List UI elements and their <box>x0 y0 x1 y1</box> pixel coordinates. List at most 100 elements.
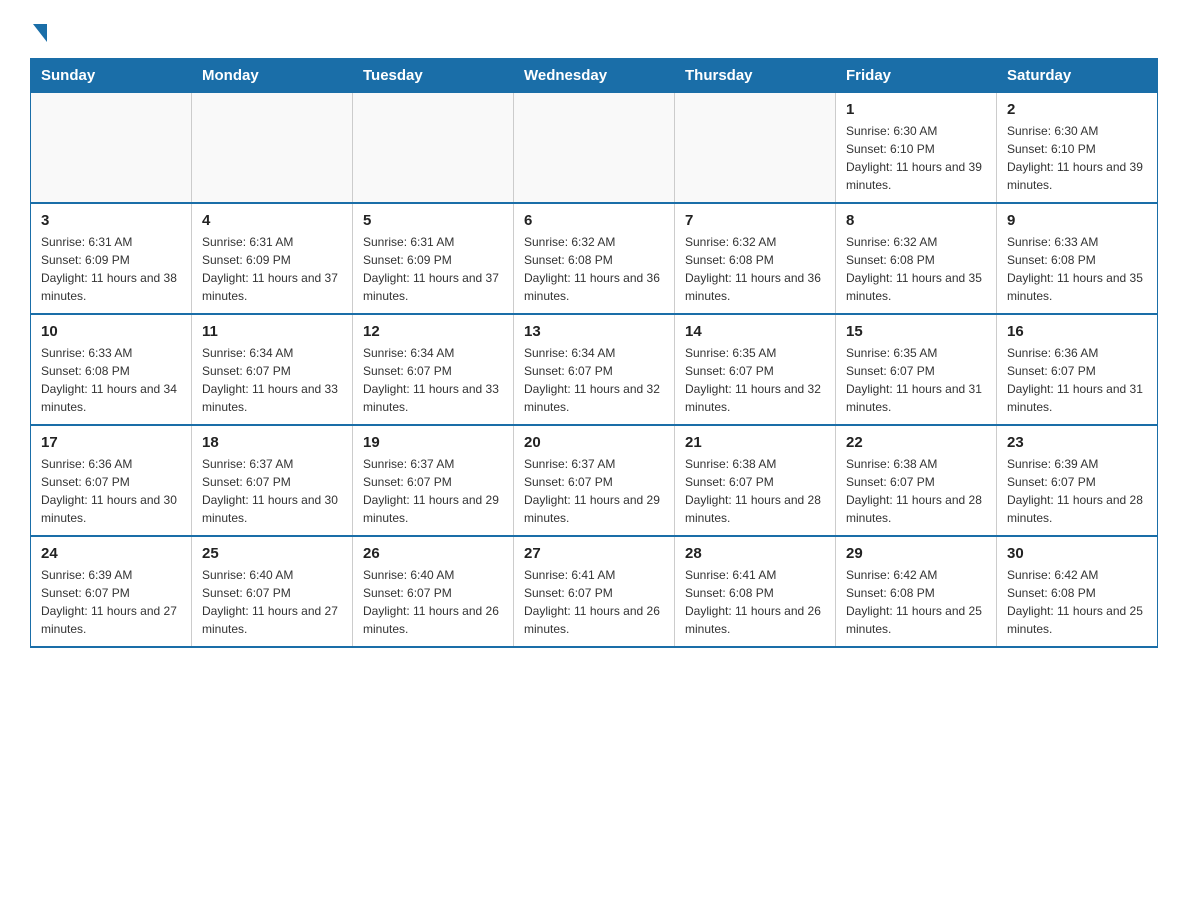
day-info: Sunrise: 6:31 AMSunset: 6:09 PMDaylight:… <box>41 233 181 305</box>
calendar-cell: 8 Sunrise: 6:32 AMSunset: 6:08 PMDaylight… <box>836 203 997 314</box>
day-info: Sunrise: 6:31 AMSunset: 6:09 PMDaylight:… <box>363 233 503 305</box>
day-info: Sunrise: 6:36 AMSunset: 6:07 PMDaylight:… <box>41 455 181 527</box>
day-number: 26 <box>363 545 503 562</box>
calendar-cell: 13 Sunrise: 6:34 AMSunset: 6:07 PMDayligh… <box>514 314 675 425</box>
day-info: Sunrise: 6:39 AMSunset: 6:07 PMDaylight:… <box>41 566 181 638</box>
calendar-cell: 23 Sunrise: 6:39 AMSunset: 6:07 PMDayligh… <box>997 425 1158 536</box>
day-info: Sunrise: 6:38 AMSunset: 6:07 PMDaylight:… <box>685 455 825 527</box>
day-number: 5 <box>363 212 503 229</box>
day-number: 10 <box>41 323 181 340</box>
calendar-cell: 26 Sunrise: 6:40 AMSunset: 6:07 PMDayligh… <box>353 536 514 647</box>
logo-arrow-icon <box>33 24 47 42</box>
day-number: 11 <box>202 323 342 340</box>
day-number: 16 <box>1007 323 1147 340</box>
calendar-cell: 4 Sunrise: 6:31 AMSunset: 6:09 PMDaylight… <box>192 203 353 314</box>
day-info: Sunrise: 6:41 AMSunset: 6:08 PMDaylight:… <box>685 566 825 638</box>
day-info: Sunrise: 6:36 AMSunset: 6:07 PMDaylight:… <box>1007 344 1147 416</box>
day-info: Sunrise: 6:34 AMSunset: 6:07 PMDaylight:… <box>202 344 342 416</box>
calendar-cell <box>192 93 353 204</box>
day-info: Sunrise: 6:33 AMSunset: 6:08 PMDaylight:… <box>41 344 181 416</box>
calendar-cell: 21 Sunrise: 6:38 AMSunset: 6:07 PMDayligh… <box>675 425 836 536</box>
calendar-cell: 29Sunrise: 6:42 AMSunset: 6:08 PMDayligh… <box>836 536 997 647</box>
day-number: 3 <box>41 212 181 229</box>
calendar-cell <box>31 93 192 204</box>
day-info: Sunrise: 6:30 AMSunset: 6:10 PMDaylight:… <box>1007 122 1147 194</box>
calendar-cell: 30 Sunrise: 6:42 AMSunset: 6:08 PMDayligh… <box>997 536 1158 647</box>
day-number: 4 <box>202 212 342 229</box>
calendar-week-row: 24 Sunrise: 6:39 AMSunset: 6:07 PMDayligh… <box>31 536 1158 647</box>
weekday-header-sunday: Sunday <box>31 59 192 93</box>
weekday-header-tuesday: Tuesday <box>353 59 514 93</box>
day-number: 17 <box>41 434 181 451</box>
day-number: 21 <box>685 434 825 451</box>
day-number: 13 <box>524 323 664 340</box>
calendar-week-row: 10 Sunrise: 6:33 AMSunset: 6:08 PMDayligh… <box>31 314 1158 425</box>
calendar-cell: 25 Sunrise: 6:40 AMSunset: 6:07 PMDayligh… <box>192 536 353 647</box>
day-info: Sunrise: 6:34 AMSunset: 6:07 PMDaylight:… <box>363 344 503 416</box>
weekday-header-wednesday: Wednesday <box>514 59 675 93</box>
calendar-cell: 20 Sunrise: 6:37 AMSunset: 6:07 PMDayligh… <box>514 425 675 536</box>
day-info: Sunrise: 6:37 AMSunset: 6:07 PMDaylight:… <box>202 455 342 527</box>
calendar-cell: 16 Sunrise: 6:36 AMSunset: 6:07 PMDayligh… <box>997 314 1158 425</box>
day-info: Sunrise: 6:32 AMSunset: 6:08 PMDaylight:… <box>524 233 664 305</box>
day-number: 15 <box>846 323 986 340</box>
calendar-cell: 17 Sunrise: 6:36 AMSunset: 6:07 PMDayligh… <box>31 425 192 536</box>
day-number: 7 <box>685 212 825 229</box>
calendar-cell: 19 Sunrise: 6:37 AMSunset: 6:07 PMDayligh… <box>353 425 514 536</box>
day-info: Sunrise: 6:37 AMSunset: 6:07 PMDaylight:… <box>524 455 664 527</box>
day-info: Sunrise: 6:32 AMSunset: 6:08 PMDaylight:… <box>846 233 986 305</box>
weekday-header-row: SundayMondayTuesdayWednesdayThursdayFrid… <box>31 59 1158 93</box>
day-number: 12 <box>363 323 503 340</box>
day-info: Sunrise: 6:40 AMSunset: 6:07 PMDaylight:… <box>202 566 342 638</box>
day-number: 24 <box>41 545 181 562</box>
day-info: Sunrise: 6:35 AMSunset: 6:07 PMDaylight:… <box>685 344 825 416</box>
page-header <box>30 20 1158 42</box>
day-number: 6 <box>524 212 664 229</box>
day-info: Sunrise: 6:32 AMSunset: 6:08 PMDaylight:… <box>685 233 825 305</box>
day-info: Sunrise: 6:30 AMSunset: 6:10 PMDaylight:… <box>846 122 986 194</box>
calendar-cell: 2 Sunrise: 6:30 AMSunset: 6:10 PMDaylight… <box>997 93 1158 204</box>
calendar-week-row: 3 Sunrise: 6:31 AMSunset: 6:09 PMDaylight… <box>31 203 1158 314</box>
calendar-cell: 1 Sunrise: 6:30 AMSunset: 6:10 PMDaylight… <box>836 93 997 204</box>
weekday-header-thursday: Thursday <box>675 59 836 93</box>
day-info: Sunrise: 6:31 AMSunset: 6:09 PMDaylight:… <box>202 233 342 305</box>
day-info: Sunrise: 6:40 AMSunset: 6:07 PMDaylight:… <box>363 566 503 638</box>
day-info: Sunrise: 6:34 AMSunset: 6:07 PMDaylight:… <box>524 344 664 416</box>
day-number: 22 <box>846 434 986 451</box>
day-number: 1 <box>846 101 986 118</box>
day-number: 14 <box>685 323 825 340</box>
calendar-cell <box>514 93 675 204</box>
day-number: 28 <box>685 545 825 562</box>
calendar-cell: 7 Sunrise: 6:32 AMSunset: 6:08 PMDaylight… <box>675 203 836 314</box>
calendar-cell: 24 Sunrise: 6:39 AMSunset: 6:07 PMDayligh… <box>31 536 192 647</box>
day-number: 19 <box>363 434 503 451</box>
day-info: Sunrise: 6:37 AMSunset: 6:07 PMDaylight:… <box>363 455 503 527</box>
day-number: 23 <box>1007 434 1147 451</box>
calendar-cell: 15Sunrise: 6:35 AMSunset: 6:07 PMDayligh… <box>836 314 997 425</box>
calendar-cell: 14 Sunrise: 6:35 AMSunset: 6:07 PMDayligh… <box>675 314 836 425</box>
calendar-cell <box>675 93 836 204</box>
day-number: 2 <box>1007 101 1147 118</box>
calendar-cell: 6 Sunrise: 6:32 AMSunset: 6:08 PMDaylight… <box>514 203 675 314</box>
day-info: Sunrise: 6:41 AMSunset: 6:07 PMDaylight:… <box>524 566 664 638</box>
calendar-cell: 22Sunrise: 6:38 AMSunset: 6:07 PMDayligh… <box>836 425 997 536</box>
day-number: 30 <box>1007 545 1147 562</box>
weekday-header-monday: Monday <box>192 59 353 93</box>
day-info: Sunrise: 6:42 AMSunset: 6:08 PMDaylight:… <box>846 566 986 638</box>
logo <box>30 20 47 42</box>
day-info: Sunrise: 6:42 AMSunset: 6:08 PMDaylight:… <box>1007 566 1147 638</box>
day-number: 20 <box>524 434 664 451</box>
calendar-week-row: 17 Sunrise: 6:36 AMSunset: 6:07 PMDayligh… <box>31 425 1158 536</box>
day-info: Sunrise: 6:33 AMSunset: 6:08 PMDaylight:… <box>1007 233 1147 305</box>
calendar-cell: 28 Sunrise: 6:41 AMSunset: 6:08 PMDayligh… <box>675 536 836 647</box>
calendar-cell: 9Sunrise: 6:33 AMSunset: 6:08 PMDaylight… <box>997 203 1158 314</box>
calendar-cell: 3 Sunrise: 6:31 AMSunset: 6:09 PMDaylight… <box>31 203 192 314</box>
calendar-table: SundayMondayTuesdayWednesdayThursdayFrid… <box>30 58 1158 648</box>
calendar-cell: 27Sunrise: 6:41 AMSunset: 6:07 PMDayligh… <box>514 536 675 647</box>
calendar-cell: 12 Sunrise: 6:34 AMSunset: 6:07 PMDayligh… <box>353 314 514 425</box>
calendar-cell: 5 Sunrise: 6:31 AMSunset: 6:09 PMDaylight… <box>353 203 514 314</box>
day-info: Sunrise: 6:39 AMSunset: 6:07 PMDaylight:… <box>1007 455 1147 527</box>
day-number: 8 <box>846 212 986 229</box>
day-number: 25 <box>202 545 342 562</box>
calendar-week-row: 1 Sunrise: 6:30 AMSunset: 6:10 PMDaylight… <box>31 93 1158 204</box>
